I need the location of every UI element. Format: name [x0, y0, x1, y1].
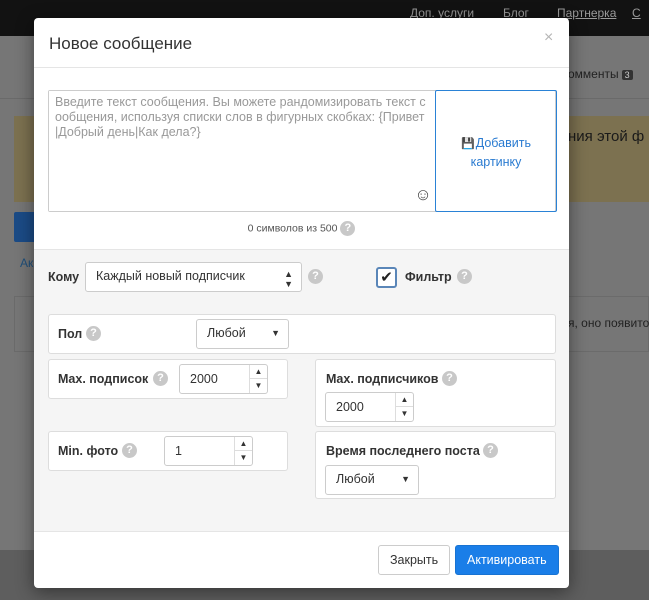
max-followers-card: Max. подписчиков ? 2000 ▲ ▼ — [315, 359, 556, 427]
add-image-button[interactable]: 💾Добавить картинку — [435, 90, 557, 212]
recipient-select[interactable]: Каждый новый подписчик ▲ ▼ — [85, 262, 302, 292]
empty-state-text: я, оно появито — [568, 316, 649, 330]
warning-text: ния этой ф — [568, 128, 645, 145]
last-post-card: Время последнего поста ? Любой ▼ — [315, 431, 556, 499]
gender-help-icon[interactable]: ? — [86, 326, 101, 341]
decrement-icon[interactable]: ▼ — [235, 451, 252, 465]
settings-section: Кому Каждый новый подписчик ▲ ▼ ? ✔ Фильт… — [34, 249, 569, 532]
close-button[interactable]: Закрыть — [378, 545, 451, 575]
tab-comments-badge: 3 — [621, 70, 633, 80]
message-textarea[interactable] — [49, 91, 435, 211]
emoji-icon[interactable]: ☺ — [414, 186, 432, 204]
select-arrows-icon: ▲ ▼ — [284, 269, 293, 289]
max-subscriptions-input[interactable]: 2000 ▲ ▼ — [179, 364, 268, 394]
floppy-disk-icon: 💾 — [461, 138, 475, 150]
add-image-label: Добавить картинку — [470, 136, 531, 169]
last-post-label: Время последнего поста — [326, 444, 480, 458]
max-followers-label: Max. подписчиков — [326, 372, 439, 386]
max-subscriptions-value: 2000 — [190, 372, 218, 386]
gender-select-value: Любой — [207, 326, 246, 340]
increment-icon[interactable]: ▲ — [250, 365, 267, 379]
last-post-select-value: Любой — [336, 472, 375, 486]
tab-comments-label: омменты — [568, 67, 619, 81]
max-followers-value: 2000 — [336, 400, 364, 414]
help-icon[interactable]: ? — [340, 221, 356, 236]
last-post-help-icon[interactable]: ? — [483, 443, 498, 458]
new-message-modal: Новое сообщение × ☺ 💾Добавить картинку 0… — [34, 18, 569, 588]
decrement-icon[interactable]: ▼ — [396, 407, 413, 421]
char-counter: 0 символов из 500 ? — [34, 221, 569, 236]
min-photos-input[interactable]: 1 ▲ ▼ — [164, 436, 253, 466]
max-followers-input[interactable]: 2000 ▲ ▼ — [325, 392, 414, 422]
filter-checkbox[interactable]: ✔ — [376, 267, 397, 288]
modal-footer: Закрыть Активировать — [34, 532, 569, 588]
last-post-select[interactable]: Любой ▼ — [325, 465, 419, 495]
recipient-select-value: Каждый новый подписчик — [96, 269, 245, 283]
modal-title: Новое сообщение — [49, 34, 193, 53]
char-counter-text: 0 символов из 500 — [247, 222, 338, 235]
increment-icon[interactable]: ▲ — [235, 437, 252, 451]
modal-header: Новое сообщение × — [34, 18, 569, 68]
tab-comments: омменты 3 — [568, 67, 633, 81]
background-link: Ак — [20, 256, 34, 270]
max-subscriptions-help-icon[interactable]: ? — [153, 371, 168, 386]
message-compose: ☺ 💾Добавить картинку — [48, 90, 557, 212]
filter-help-icon[interactable]: ? — [457, 269, 472, 284]
gender-label: Пол — [58, 327, 83, 341]
recipient-label: Кому — [48, 270, 80, 284]
nav-link-more: С — [632, 6, 641, 20]
decrement-icon[interactable]: ▼ — [250, 379, 267, 393]
close-icon[interactable]: × — [544, 29, 553, 47]
max-subscriptions-card: Max. подписок ? 2000 ▲ ▼ — [48, 359, 288, 399]
recipient-help-icon[interactable]: ? — [308, 269, 323, 284]
min-photos-value: 1 — [175, 444, 182, 458]
activate-button[interactable]: Активировать — [455, 545, 559, 575]
min-photos-card: Min. фото ? 1 ▲ ▼ — [48, 431, 288, 471]
chevron-down-icon: ▼ — [401, 474, 410, 484]
gender-filter-card: Пол ? Любой ▼ — [48, 314, 556, 354]
spin-buttons: ▲ ▼ — [234, 437, 252, 465]
max-followers-help-icon[interactable]: ? — [442, 371, 457, 386]
increment-icon[interactable]: ▲ — [396, 393, 413, 407]
min-photos-help-icon[interactable]: ? — [122, 443, 137, 458]
filter-label: Фильтр — [405, 270, 452, 284]
min-photos-label: Min. фото — [58, 444, 119, 458]
max-subscriptions-label: Max. подписок — [58, 372, 149, 386]
gender-select[interactable]: Любой ▼ — [196, 319, 289, 349]
chevron-down-icon: ▼ — [271, 328, 280, 338]
spin-buttons: ▲ ▼ — [249, 365, 267, 393]
spin-buttons: ▲ ▼ — [395, 393, 413, 421]
